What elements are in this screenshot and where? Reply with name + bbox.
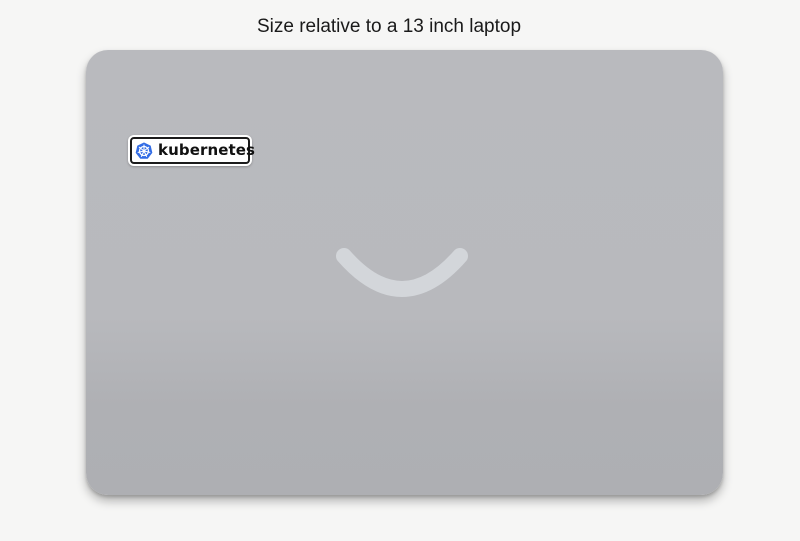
laptop-lid: kubernetes [86, 50, 723, 495]
kubernetes-helm-wheel-icon [134, 141, 154, 159]
kubernetes-sticker: kubernetes [128, 135, 255, 166]
kubernetes-wordmark: kubernetes [158, 141, 256, 159]
laptop-logo-smile-icon [336, 248, 468, 297]
sticker-border: kubernetes [130, 137, 255, 164]
size-caption: Size relative to a 13 inch laptop [256, 16, 522, 37]
